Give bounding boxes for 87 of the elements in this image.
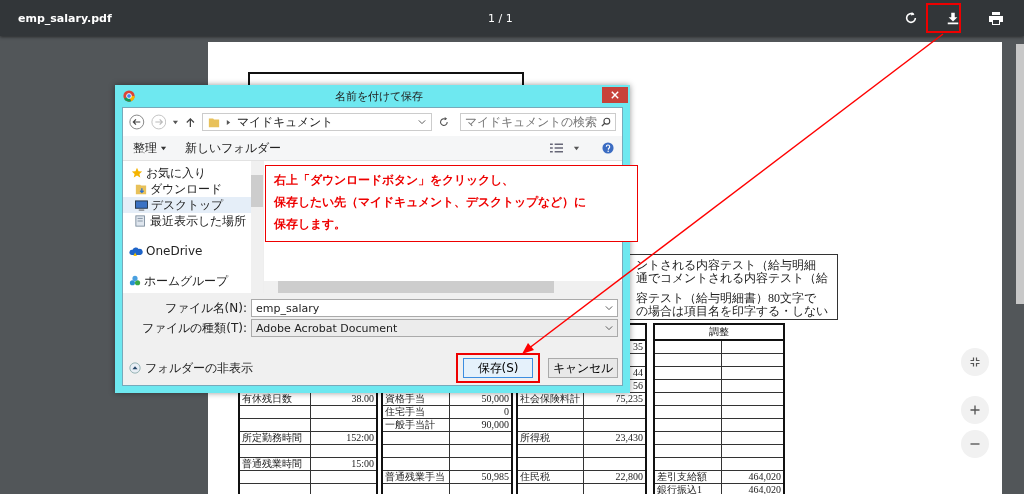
- dropdown-icon[interactable]: [172, 118, 180, 126]
- star-icon: [131, 167, 143, 179]
- table-cell: 90,000: [481, 419, 509, 430]
- chevron-down-icon: [605, 324, 613, 332]
- address-bar[interactable]: マイドキュメント: [201, 113, 433, 131]
- table-header: 調整: [709, 326, 729, 337]
- comment-line: 通でコメントされる内容テスト（給: [636, 272, 829, 285]
- scrollbar[interactable]: [251, 161, 263, 293]
- folder-icon: [207, 116, 220, 128]
- print-icon[interactable]: [988, 10, 1004, 26]
- nav-item[interactable]: OneDrive: [123, 243, 251, 259]
- table-cell: 社会保険料計: [520, 393, 580, 404]
- table-cell: 普通残業手当: [385, 471, 445, 482]
- table-cell: 住民税: [520, 471, 550, 482]
- help-icon[interactable]: [602, 142, 614, 154]
- callout-text: 右上「ダウンロードボタン」をクリックし、: [274, 172, 514, 189]
- nav-item[interactable]: お気に入り: [123, 165, 251, 181]
- table-cell: 35: [633, 341, 643, 352]
- cancel-button[interactable]: キャンセル: [548, 358, 618, 378]
- shrink-icon: [969, 356, 981, 368]
- collapse-icon: [129, 362, 141, 374]
- table-cell: 38.00: [351, 393, 374, 404]
- nav-item[interactable]: ホームグループ: [123, 273, 251, 289]
- close-button[interactable]: [602, 87, 628, 103]
- new-folder-button[interactable]: 新しいフォルダー: [181, 139, 285, 157]
- callout-text: 保存したい先（マイドキュメント、デスクトップなど）に: [274, 194, 586, 211]
- highlight-frame: [926, 3, 961, 33]
- table-cell: 464,020: [748, 471, 781, 482]
- chevron-down-icon: [418, 118, 427, 126]
- table-cell: 普通残業時間: [242, 458, 302, 469]
- network-icon: [129, 275, 141, 287]
- monitor-icon: [135, 199, 148, 211]
- table-cell: 所定勤務時間: [242, 432, 302, 443]
- search-icon: [601, 117, 611, 127]
- back-icon[interactable]: [129, 114, 145, 130]
- table-cell: 75,235: [615, 393, 643, 404]
- table-cell: 差引支給額: [657, 471, 707, 482]
- file-type-select[interactable]: Adobe Acrobat Document: [251, 319, 618, 337]
- hide-folders-toggle[interactable]: フォルダーの非表示: [129, 359, 253, 377]
- table-cell: 一般手当計: [385, 419, 435, 430]
- chevron-right-icon: [225, 118, 231, 126]
- view-options-icon[interactable]: [550, 143, 563, 153]
- scrollbar[interactable]: [264, 281, 622, 293]
- file-title: emp_salary.pdf: [18, 11, 113, 25]
- comment-line: の場合は項目名を印字する・しない: [636, 305, 829, 318]
- file-name-field[interactable]: emp_salary: [251, 299, 618, 317]
- table-cell: 15:00: [351, 458, 374, 469]
- comment-line: 容テスト（給与明細書）80文字で: [636, 292, 817, 305]
- page-indicator: 1 / 1: [488, 11, 513, 25]
- document-icon: [135, 215, 147, 227]
- dialog-title: 名前を付けて保存: [333, 88, 424, 104]
- download-folder-icon: [135, 183, 147, 195]
- chevron-down-icon: [605, 304, 613, 312]
- search-field[interactable]: マイドキュメントの検索: [460, 113, 616, 131]
- table-cell: 資格手当: [385, 393, 425, 404]
- nav-item[interactable]: デスクトップ: [123, 197, 251, 213]
- table-cell: 50,000: [481, 393, 509, 404]
- caret-icon: [160, 144, 167, 152]
- table-cell: 0: [504, 406, 509, 417]
- plus-icon: [969, 404, 981, 416]
- field-label: ファイル名(N):: [163, 299, 247, 317]
- save-button[interactable]: 保存(S): [463, 358, 533, 378]
- field-label: ファイルの種類(T):: [141, 319, 247, 337]
- table-cell: 銀行振込1: [657, 484, 702, 494]
- up-arrow-icon[interactable]: [185, 116, 196, 128]
- nav-item[interactable]: 最近表示した場所: [123, 213, 251, 229]
- table-cell: 464,020: [748, 484, 781, 494]
- table-cell: 22,800: [615, 471, 643, 482]
- rotate-icon[interactable]: [904, 11, 918, 25]
- browser-logo-icon: [123, 90, 135, 102]
- close-icon: [611, 91, 619, 99]
- organize-menu[interactable]: 整理: [129, 139, 171, 157]
- table-cell: 56: [633, 380, 643, 391]
- nav-item[interactable]: ダウンロード: [123, 181, 251, 197]
- refresh-icon[interactable]: [438, 116, 450, 128]
- download-icon[interactable]: [946, 11, 960, 25]
- table-cell: 44: [633, 367, 643, 378]
- scrollbar[interactable]: [1016, 44, 1024, 304]
- dropdown-icon[interactable]: [573, 144, 580, 152]
- callout-text: 保存します。: [274, 216, 346, 233]
- table-cell: 住宅手当: [385, 406, 425, 417]
- cloud-icon: [129, 245, 143, 257]
- table-cell: 50,985: [481, 471, 509, 482]
- table-cell: 152:00: [346, 432, 374, 443]
- table-cell: 有休残日数: [242, 393, 292, 404]
- table-cell: 23,430: [615, 432, 643, 443]
- table-cell: 所得税: [520, 432, 550, 443]
